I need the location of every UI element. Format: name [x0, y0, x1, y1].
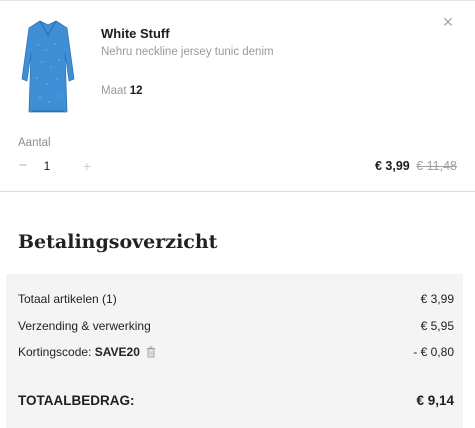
size-label: Maat	[101, 85, 127, 97]
summary-row-label: Totaal artikelen (1)	[18, 292, 117, 306]
remove-item-close-icon[interactable]: ×	[440, 13, 456, 31]
size-value: 12	[129, 85, 143, 97]
price-original: € 11,48	[416, 159, 457, 173]
discount-value: - € 0,80	[413, 345, 454, 359]
payment-summary: Totaal artikelen (1) € 3,99 Verzending &…	[6, 274, 463, 428]
quantity-value[interactable]: 1	[39, 158, 55, 174]
discount-label-group: Kortingscode: SAVE20	[18, 344, 156, 360]
quantity-decrease-button[interactable]: −	[16, 158, 30, 174]
summary-row-items: Totaal artikelen (1) € 3,99	[18, 291, 454, 307]
item-price: € 3,99 € 11,48	[375, 159, 457, 173]
quantity-label: Aantal	[18, 137, 51, 149]
size-row: Maat 12	[101, 85, 143, 97]
summary-row-label: Verzending & verwerking	[18, 319, 151, 333]
quantity-increase-button[interactable]: +	[80, 158, 94, 174]
product-image[interactable]	[18, 17, 78, 117]
summary-row-discount: Kortingscode: SAVE20 - € 0,80	[18, 344, 454, 360]
summary-row-value: € 3,99	[420, 292, 454, 306]
discount-code: SAVE20	[94, 345, 140, 359]
summary-title: Betalingsoverzicht	[18, 231, 218, 253]
discount-label: Kortingscode:	[18, 345, 92, 359]
price-current: € 3,99	[374, 159, 410, 173]
product-brand[interactable]: White Stuff	[101, 26, 170, 41]
product-name[interactable]: Nehru neckline jersey tunic denim	[101, 46, 274, 58]
cart-item: White Stuff Nehru neckline jersey tunic …	[0, 0, 475, 192]
total-value: € 9,14	[416, 393, 454, 408]
total-label: TOTAALBEDRAG:	[18, 393, 135, 408]
total-row: TOTAALBEDRAG: € 9,14	[18, 392, 454, 410]
trash-icon[interactable]	[146, 346, 156, 358]
summary-row-shipping: Verzending & verwerking € 5,95	[18, 318, 454, 334]
summary-row-value: € 5,95	[420, 319, 454, 333]
